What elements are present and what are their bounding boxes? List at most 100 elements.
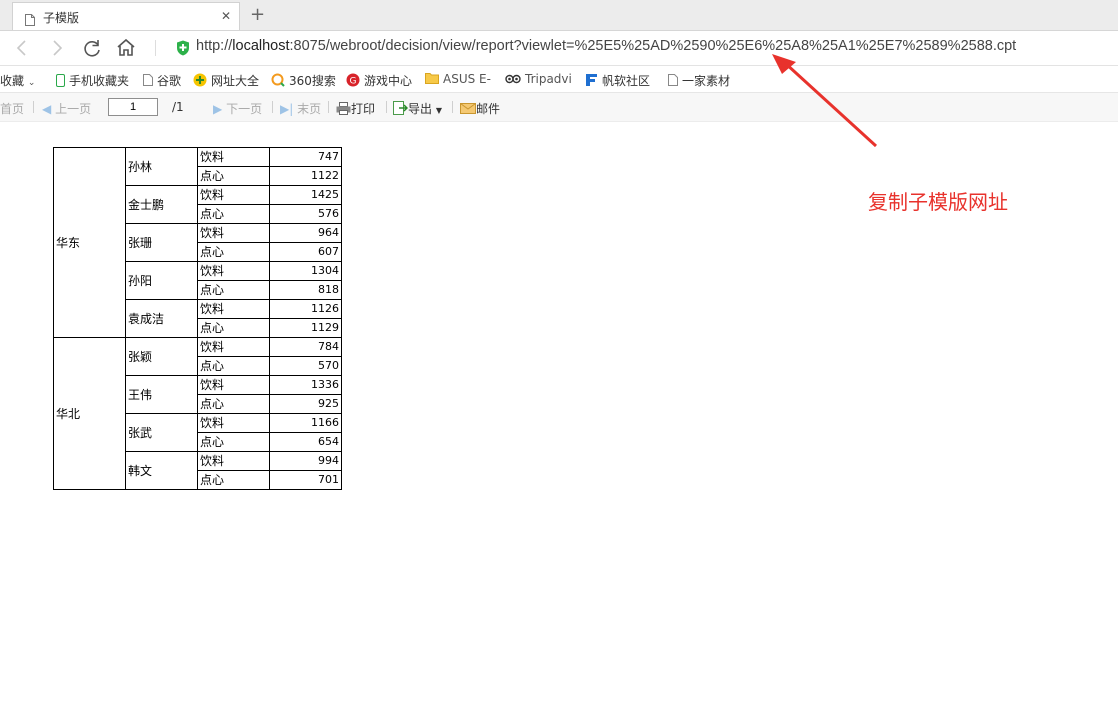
first-page-button[interactable]: 首页 xyxy=(0,100,24,117)
last-page-label: 末页 xyxy=(297,102,322,116)
address-bar[interactable]: http://localhost:8075/webroot/decision/v… xyxy=(196,38,1016,54)
category-cell: 饮料 xyxy=(197,337,270,357)
printer-icon xyxy=(336,102,351,118)
report-toolbar: 首页 ◀ 上一页 /1 ▶ 下一页 ▶| 末页 打印 导出 ▼ 邮件 xyxy=(0,93,1118,122)
bookmark-360-search[interactable]: 360搜索 xyxy=(271,72,336,90)
category-cell: 点心 xyxy=(197,432,270,452)
next-page-button[interactable]: ▶ 下一页 xyxy=(213,100,262,117)
value-cell: 701 xyxy=(269,470,342,490)
navigation-bar: http://localhost:8075/webroot/decision/v… xyxy=(0,31,1118,66)
value-cell: 1129 xyxy=(269,318,342,338)
category-cell: 点心 xyxy=(197,280,270,300)
salesperson-cell: 孙阳 xyxy=(125,261,198,300)
document-icon xyxy=(25,11,35,30)
value-cell: 607 xyxy=(269,242,342,262)
export-button[interactable]: 导出 ▼ xyxy=(393,100,442,118)
value-cell: 1122 xyxy=(269,166,342,186)
bookmark-favorites[interactable]: 收藏 ⌄ xyxy=(0,72,35,89)
mail-label: 邮件 xyxy=(476,102,501,116)
prev-page-label: 上一页 xyxy=(55,102,92,116)
bookmark-asus[interactable]: ASUS E- xyxy=(425,72,491,87)
category-cell: 饮料 xyxy=(197,147,270,167)
category-cell: 点心 xyxy=(197,166,270,186)
salesperson-cell: 金士鹏 xyxy=(125,185,198,224)
value-cell: 925 xyxy=(269,394,342,414)
category-cell: 点心 xyxy=(197,318,270,338)
home-icon[interactable] xyxy=(115,38,137,58)
url-scheme: http:// xyxy=(196,38,233,54)
url-host: localhost xyxy=(232,38,290,54)
tab-bar: 子模版 ✕ + xyxy=(0,0,1118,31)
value-cell: 1166 xyxy=(269,413,342,433)
bookmark-yijia[interactable]: 一家素材 xyxy=(668,72,730,89)
value-cell: 576 xyxy=(269,204,342,224)
back-icon[interactable] xyxy=(12,38,34,58)
value-cell: 570 xyxy=(269,356,342,376)
value-cell: 784 xyxy=(269,337,342,357)
divider xyxy=(272,101,273,113)
phone-icon xyxy=(56,73,65,90)
bookmark-site-directory[interactable]: 网址大全 xyxy=(193,72,259,90)
divider xyxy=(328,101,329,113)
triangle-right-icon: ▶ xyxy=(213,102,223,116)
category-cell: 点心 xyxy=(197,356,270,376)
doc-icon xyxy=(143,74,153,89)
value-cell: 747 xyxy=(269,147,342,167)
new-tab-button[interactable]: + xyxy=(250,4,265,25)
last-page-button[interactable]: ▶| 末页 xyxy=(280,100,321,117)
category-cell: 饮料 xyxy=(197,413,270,433)
bookmark-label: ASUS E- xyxy=(443,72,491,86)
bookmark-label: 帆软社区 xyxy=(602,74,651,88)
salesperson-cell: 张颖 xyxy=(125,337,198,376)
value-cell: 1126 xyxy=(269,299,342,319)
reload-icon[interactable] xyxy=(81,38,103,58)
bookmark-label: 收藏 xyxy=(0,74,25,88)
table-row: 华北 张颖 饮料 784 xyxy=(53,337,342,490)
globe-icon xyxy=(193,73,207,90)
game-icon: G xyxy=(346,73,360,90)
divider xyxy=(155,40,156,56)
category-cell: 饮料 xyxy=(197,261,270,281)
bookmark-label: 游戏中心 xyxy=(364,74,413,88)
mail-button[interactable]: 邮件 xyxy=(460,100,500,117)
prev-page-button[interactable]: ◀ 上一页 xyxy=(42,100,91,117)
doc-icon xyxy=(668,74,678,89)
salesperson-cell: 孙林 xyxy=(125,147,198,186)
salesperson-cell: 韩文 xyxy=(125,451,198,490)
category-cell: 点心 xyxy=(197,470,270,490)
bookmark-label: 手机收藏夹 xyxy=(69,74,130,88)
chevron-down-icon: ⌄ xyxy=(27,78,36,88)
bookmark-label: 谷歌 xyxy=(157,74,182,88)
category-cell: 饮料 xyxy=(197,185,270,205)
bookmark-mobile[interactable]: 手机收藏夹 xyxy=(56,72,129,90)
close-tab-icon[interactable]: ✕ xyxy=(221,9,231,23)
bookmark-label: 一家素材 xyxy=(682,74,731,88)
tab-title: 子模版 xyxy=(43,11,80,25)
value-cell: 964 xyxy=(269,223,342,243)
bookmark-google[interactable]: 谷歌 xyxy=(143,72,181,89)
value-cell: 818 xyxy=(269,280,342,300)
divider xyxy=(33,101,34,113)
bookmark-tripadvisor[interactable]: Tripadvi xyxy=(505,72,572,87)
category-cell: 点心 xyxy=(197,204,270,224)
fanruan-icon xyxy=(585,73,598,90)
page-number-input[interactable] xyxy=(108,98,158,116)
svg-text:G: G xyxy=(350,77,357,87)
search-icon xyxy=(271,73,285,90)
export-label: 导出 xyxy=(408,102,433,116)
bookmark-game-center[interactable]: G 游戏中心 xyxy=(346,72,412,90)
category-cell: 饮料 xyxy=(197,223,270,243)
url-path: :8075/webroot/decision/view/report?viewl… xyxy=(289,38,1017,54)
category-cell: 饮料 xyxy=(197,375,270,395)
print-button[interactable]: 打印 xyxy=(336,100,375,118)
tab-active[interactable]: 子模版 ✕ xyxy=(12,2,240,30)
category-cell: 饮料 xyxy=(197,299,270,319)
salesperson-cell: 张武 xyxy=(125,413,198,452)
forward-icon[interactable] xyxy=(46,38,68,58)
caret-down-icon: ▼ xyxy=(435,106,442,115)
region-cell: 华东 xyxy=(53,147,126,338)
bookmark-label: 网址大全 xyxy=(211,74,260,88)
category-cell: 饮料 xyxy=(197,451,270,471)
bookmark-fanruan[interactable]: 帆软社区 xyxy=(585,72,650,90)
shield-icon xyxy=(176,40,190,60)
